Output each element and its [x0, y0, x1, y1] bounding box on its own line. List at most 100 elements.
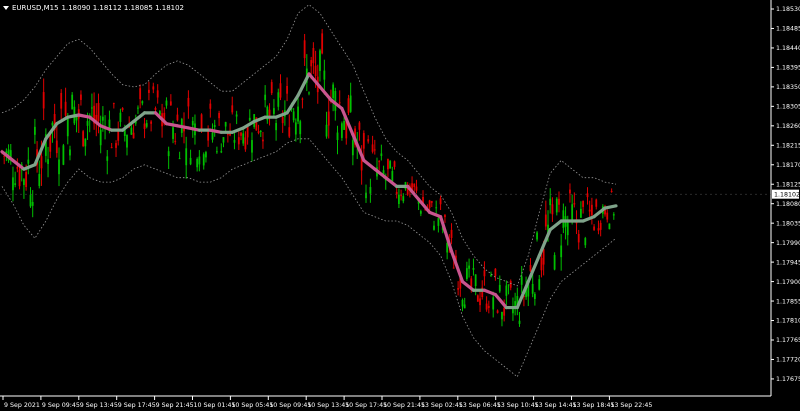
price-tick-label: 1.18125	[776, 181, 800, 188]
candle-body	[84, 138, 87, 147]
candle-body	[233, 140, 236, 143]
candle-body	[82, 131, 85, 147]
moving-average-segment	[318, 85, 333, 102]
candle-body	[277, 92, 280, 107]
candle-body	[380, 153, 383, 157]
candle-body	[415, 186, 418, 191]
candle-body	[582, 200, 585, 207]
candle-body	[584, 238, 587, 246]
candle-body	[608, 223, 611, 230]
candle-body	[189, 157, 192, 165]
candle-body	[498, 284, 501, 292]
candle-body	[531, 283, 534, 294]
moving-average-segment	[175, 124, 190, 130]
candle-body	[286, 85, 288, 94]
candle-body	[132, 132, 135, 139]
candle-body	[323, 70, 326, 80]
candle-body	[378, 161, 381, 163]
candle-body	[606, 212, 609, 220]
moving-average-segment	[285, 93, 300, 115]
price-tick-label: 1.18485	[776, 26, 800, 33]
moving-average-segment	[77, 113, 92, 119]
candle-body	[571, 204, 574, 220]
price-tick-label: 1.18170	[776, 162, 800, 169]
moving-average-segment	[438, 215, 454, 253]
candle-body	[292, 111, 295, 121]
candle-body	[187, 97, 190, 107]
candle-body	[299, 121, 302, 135]
candle-body	[40, 156, 43, 169]
price-tick-label: 1.18395	[776, 65, 800, 72]
candle-body	[439, 198, 442, 205]
candle-body	[235, 114, 238, 117]
symbol-label: EURUSD,M15	[12, 3, 59, 12]
candle-body	[101, 116, 104, 121]
dropdown-arrow-icon[interactable]	[3, 6, 9, 10]
candle-body	[80, 94, 82, 100]
candle-body	[218, 112, 220, 119]
candle-body	[165, 100, 168, 106]
candle-body	[66, 117, 69, 137]
candle-body	[536, 232, 538, 240]
time-tick-label: 10 Sep 17:45	[345, 402, 387, 409]
candle-body	[222, 137, 225, 143]
candle-body	[610, 190, 613, 192]
candle-body	[185, 148, 188, 166]
candle-body	[314, 65, 317, 77]
candle-body	[156, 90, 159, 98]
chart-canvas[interactable]: 1.18530 1.18485 1.18440 1.18395 1.18350 1.183…	[0, 0, 800, 411]
candle-body	[588, 209, 591, 212]
candle-body	[492, 297, 495, 310]
candle-body	[205, 152, 207, 158]
candle-body	[31, 202, 34, 206]
candle-body	[362, 133, 365, 149]
candle-body	[533, 293, 536, 299]
candle-body	[211, 132, 214, 140]
candle-body	[97, 102, 100, 122]
candle-body	[569, 189, 571, 194]
candle-body	[529, 265, 532, 272]
price-tick-label: 1.18350	[776, 84, 800, 91]
candle-body	[437, 218, 440, 226]
candle-body	[485, 303, 488, 310]
candle-body	[119, 112, 122, 122]
candle-body	[577, 233, 580, 243]
candle-body	[507, 284, 510, 286]
candle-body	[358, 122, 361, 130]
candle-body	[347, 98, 350, 113]
candle-body	[389, 161, 392, 169]
candle-body	[599, 222, 602, 230]
candle-body	[391, 170, 394, 182]
candle-body	[340, 123, 343, 138]
candle-body	[419, 211, 422, 214]
candle-body	[294, 122, 297, 135]
candle-body	[494, 268, 497, 277]
candle-body	[216, 151, 218, 153]
price-tick-label: 1.18080	[776, 201, 800, 208]
candle-body	[33, 126, 36, 135]
candle-body	[137, 107, 139, 109]
moving-average-segment	[493, 292, 508, 310]
candle-body	[47, 159, 49, 165]
candle-body	[75, 117, 78, 121]
price-tick-label: 1.18215	[776, 142, 800, 149]
candle-body	[308, 92, 310, 94]
candle-body	[273, 108, 275, 114]
candle-body	[42, 92, 45, 109]
candle-body	[86, 121, 89, 126]
candle-body	[121, 108, 124, 110]
candle-body	[479, 298, 481, 306]
candle-body	[483, 270, 486, 277]
price-tick-label: 1.17855	[776, 298, 800, 305]
candle-body	[301, 98, 304, 100]
candle-body	[270, 82, 273, 94]
candle-body	[413, 183, 416, 187]
price-chart[interactable]: 1.18530 1.18485 1.18440 1.18395 1.18350 1.183…	[0, 0, 800, 411]
candle-body	[141, 101, 144, 104]
candle-body	[27, 159, 30, 164]
candle-body	[248, 117, 251, 121]
candle-body	[336, 132, 339, 141]
candle-body	[338, 102, 341, 104]
time-tick-label: 10 Sep 21:45	[383, 402, 425, 409]
candle-body	[51, 122, 54, 126]
